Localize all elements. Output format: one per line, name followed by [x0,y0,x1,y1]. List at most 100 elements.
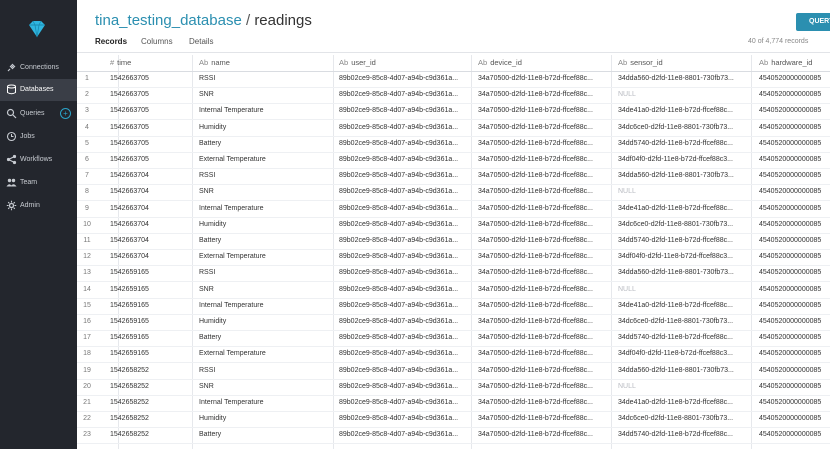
cell-hardware-id[interactable]: 4540520000000085 [757,314,830,330]
table-row[interactable]: 5 1542663705 Battery 89b02ce9-85c8-4d07-a94… [77,136,830,153]
cell-sensor-id[interactable]: NULL [616,379,754,395]
table-row[interactable]: 3 1542663705 Internal Temperature 89b02ce9-… [77,103,830,121]
table-row[interactable]: 8 1542663704 SNR 89b02ce9-85c8-4d07-a94b-c9… [77,184,830,202]
cell-device-id[interactable]: 34a70500-d2fd-11e8-b72d-ffcef88c... [476,282,613,298]
cell-user-id[interactable]: 89b02ce9-85c8-4d07-a94b-c9d361a... [337,71,474,87]
cell-device-id[interactable]: 34a70500-d2fd-11e8-b72d-ffcef88c... [476,379,613,395]
cell-sensor-id[interactable]: 34de41a0-d2fd-11e8-b72d-ffcef88c... [616,395,754,411]
cell-device-id[interactable]: 34a70500-d2fd-11e8-b72d-ffcef88c... [476,395,613,411]
sidebar-item-workflows[interactable]: Workflows [0,149,77,171]
add-query-icon[interactable]: + [60,108,71,119]
cell-hardware-id[interactable]: 4540520000000085 [757,87,830,103]
cell-device-id[interactable]: 34a70500-d2fd-11e8-b72d-ffcef88c... [476,152,613,168]
sidebar-item-queries[interactable]: Queries + [0,103,77,125]
cell-sensor-id[interactable]: 34dd5740-d2fd-11e8-b72d-ffcef88c... [616,136,754,152]
column-header-device-id[interactable]: Ab device_id [476,55,613,71]
cell-name[interactable]: Humidity [197,217,337,233]
cell-device-id[interactable]: 34a70500-d2fd-11e8-b72d-ffcef88c... [476,71,613,87]
cell-name[interactable]: Internal Temperature [197,201,337,217]
column-header-name[interactable]: Ab name [197,55,337,71]
cell-sensor-id[interactable]: 34dd5740-d2fd-11e8-b72d-ffcef88c... [616,233,754,249]
cell-hardware-id[interactable]: 4540520000000085 [757,298,830,314]
cell-device-id[interactable]: 34a70500-d2fd-11e8-b72d-ffcef88c... [476,249,613,265]
cell-name[interactable]: Humidity [197,411,337,427]
column-header-sensor-id[interactable]: Ab sensor_id [616,55,754,71]
cell-hardware-id[interactable]: 4540520000000085 [757,168,830,184]
cell-sensor-id[interactable]: 34dd5740-d2fd-11e8-b72d-ffcef88c... [616,330,754,346]
cell-user-id[interactable]: 89b02ce9-85c8-4d07-a94b-c9d361a... [337,411,474,427]
cell-hardware-id[interactable]: 4540520000000085 [757,249,830,265]
cell-sensor-id[interactable]: 34dda560-d2fd-11e8-8801-730fb73... [616,71,754,87]
cell-device-id[interactable]: 34a70500-d2fd-11e8-b72d-ffcef88c... [476,136,613,152]
cell-name[interactable]: SNR [197,184,337,200]
cell-sensor-id[interactable]: 34dda560-d2fd-11e8-8801-730fb73... [616,168,754,184]
table-row[interactable]: 7 1542663704 RSSI 89b02ce9-85c8-4d07-a94b-c… [77,168,830,186]
cell-user-id[interactable]: 89b02ce9-85c8-4d07-a94b-c9d361a... [337,152,474,168]
table-row[interactable]: 6 1542663705 External Temperature 89b02ce9-… [77,152,830,169]
cell-device-id[interactable]: 34a70500-d2fd-11e8-b72d-ffcef88c... [476,411,613,427]
cell-sensor-id[interactable]: 34dc6ce0-d2fd-11e8-8801-730fb73... [616,314,754,330]
cell-name[interactable]: RSSI [197,265,337,281]
column-header-user-id[interactable]: Ab user_id [337,55,474,71]
cell-sensor-id[interactable]: NULL [616,184,754,200]
cell-name[interactable]: Internal Temperature [197,395,337,411]
cell-hardware-id[interactable]: 4540520000000085 [757,330,830,346]
cell-device-id[interactable]: 34a70500-d2fd-11e8-b72d-ffcef88c... [476,314,613,330]
table-row[interactable]: 15 1542659165 Internal Temperature 89b02ce9… [77,298,830,315]
table-row[interactable]: 18 1542659165 External Temperature 89b02ce9… [77,346,830,364]
cell-sensor-id[interactable]: 34de41a0-d2fd-11e8-b72d-ffcef88c... [616,298,754,314]
table-row[interactable]: 23 1542658252 Battery 89b02ce9-85c8-4d07-a9… [77,427,830,445]
cell-device-id[interactable]: 34a70500-d2fd-11e8-b72d-ffcef88c... [476,346,613,362]
cell-user-id[interactable]: 89b02ce9-85c8-4d07-a94b-c9d361a... [337,120,474,136]
tab-records[interactable]: Records [95,37,127,46]
table-row[interactable]: 20 1542658252 SNR 89b02ce9-85c8-4d07-a94b-c… [77,379,830,396]
cell-hardware-id[interactable]: 4540520000000085 [757,427,830,443]
table-row[interactable]: 1 1542663705 RSSI 89b02ce9-85c8-4d07-a94b-c… [77,71,830,88]
table-row[interactable]: 17 1542659165 Battery 89b02ce9-85c8-4d07-a9… [77,330,830,348]
cell-name[interactable]: Battery [197,136,337,152]
cell-name[interactable]: Battery [197,330,337,346]
cell-sensor-id[interactable]: NULL [616,87,754,103]
cell-name[interactable]: SNR [197,87,337,103]
cell-user-id[interactable]: 89b02ce9-85c8-4d07-a94b-c9d361a... [337,217,474,233]
sidebar-item-admin[interactable]: Admin [0,195,77,217]
cell-hardware-id[interactable]: 4540520000000085 [757,411,830,427]
cell-user-id[interactable]: 89b02ce9-85c8-4d07-a94b-c9d361a... [337,363,474,379]
cell-name[interactable]: Humidity [197,314,337,330]
sidebar-item-jobs[interactable]: Jobs [0,126,77,148]
cell-sensor-id[interactable]: 34dc6ce0-d2fd-11e8-8801-730fb73... [616,411,754,427]
column-header-hardware-id[interactable]: Ab hardware_id [757,55,830,71]
cell-sensor-id[interactable]: 34dc6ce0-d2fd-11e8-8801-730fb73... [616,120,754,136]
table-row[interactable]: 13 1542659165 RSSI 89b02ce9-85c8-4d07-a94b-… [77,265,830,283]
cell-name[interactable]: External Temperature [197,152,337,168]
diamond-logo-icon[interactable] [26,18,48,40]
cell-hardware-id[interactable]: 4540520000000085 [757,120,830,136]
cell-hardware-id[interactable]: 4540520000000085 [757,346,830,362]
cell-device-id[interactable]: 34a70500-d2fd-11e8-b72d-ffcef88c... [476,427,613,443]
cell-device-id[interactable]: 34a70500-d2fd-11e8-b72d-ffcef88c... [476,217,613,233]
cell-name[interactable]: RSSI [197,168,337,184]
cell-user-id[interactable]: 89b02ce9-85c8-4d07-a94b-c9d361a... [337,265,474,281]
cell-user-id[interactable]: 89b02ce9-85c8-4d07-a94b-c9d361a... [337,395,474,411]
table-row[interactable]: 16 1542659165 Humidity 89b02ce9-85c8-4d07-a… [77,314,830,331]
breadcrumb-database[interactable]: tina_testing_database [95,12,242,29]
cell-sensor-id[interactable]: 34df04f0-d2fd-11e8-b72d-ffcef88c3... [616,249,754,265]
sidebar-item-team[interactable]: Team [0,172,77,194]
cell-name[interactable]: External Temperature [197,346,337,362]
cell-name[interactable]: External Temperature [197,249,337,265]
cell-device-id[interactable]: 34a70500-d2fd-11e8-b72d-ffcef88c... [476,103,613,119]
cell-name[interactable]: Humidity [197,120,337,136]
cell-user-id[interactable]: 89b02ce9-85c8-4d07-a94b-c9d361a... [337,298,474,314]
cell-user-id[interactable]: 89b02ce9-85c8-4d07-a94b-c9d361a... [337,427,474,443]
tab-details[interactable]: Details [189,37,213,46]
cell-hardware-id[interactable]: 4540520000000085 [757,103,830,119]
cell-hardware-id[interactable]: 4540520000000085 [757,265,830,281]
cell-hardware-id[interactable]: 4540520000000085 [757,282,830,298]
cell-hardware-id[interactable]: 4540520000000085 [757,363,830,379]
cell-hardware-id[interactable]: 4540520000000085 [757,152,830,168]
table-row[interactable]: 12 1542663704 External Temperature 89b02ce9… [77,249,830,267]
table-row[interactable]: 19 1542658252 RSSI 89b02ce9-85c8-4d07-a94b-… [77,363,830,380]
cell-name[interactable]: RSSI [197,71,337,87]
cell-device-id[interactable]: 34a70500-d2fd-11e8-b72d-ffcef88c... [476,330,613,346]
cell-user-id[interactable]: 89b02ce9-85c8-4d07-a94b-c9d361a... [337,136,474,152]
